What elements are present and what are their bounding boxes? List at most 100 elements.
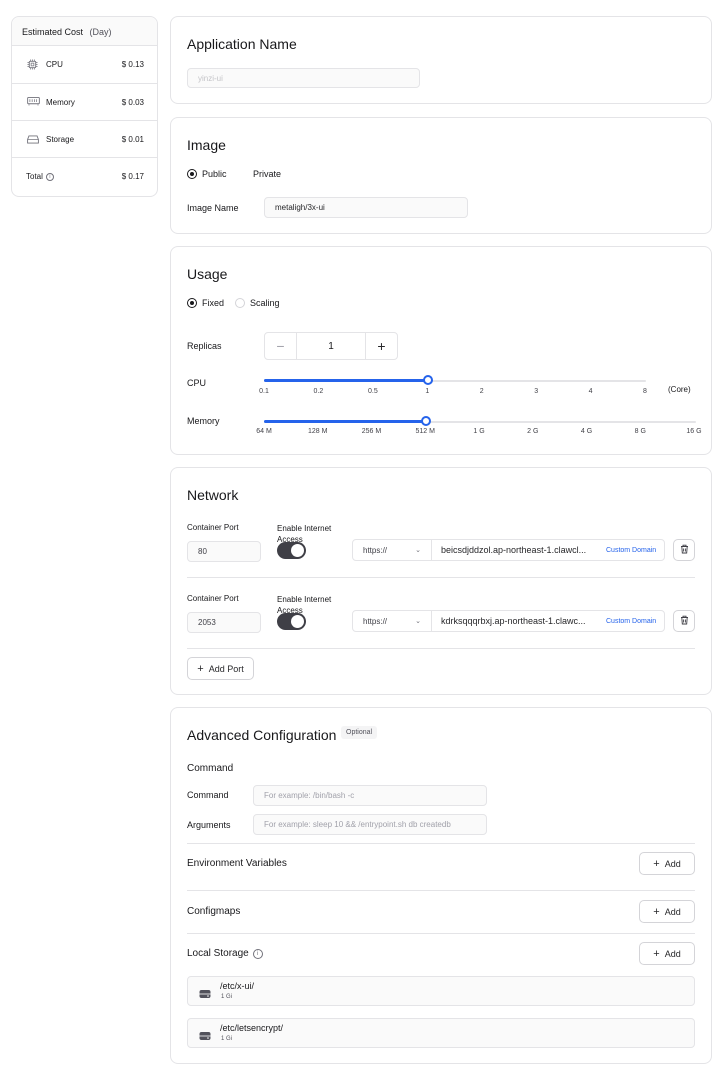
environment-variables-label: Environment Variables xyxy=(187,858,287,869)
application-name-input[interactable]: yinzi-ui xyxy=(187,68,420,88)
cpu-tick-label: 4 xyxy=(588,388,593,395)
private-label[interactable]: Private xyxy=(253,169,281,179)
custom-domain-link[interactable]: Custom Domain xyxy=(606,618,656,625)
network-title: Network xyxy=(187,487,239,503)
chevron-down-icon: ⌄ xyxy=(415,547,421,554)
local-storage-item[interactable]: /etc/x-ui/ 1 Gi xyxy=(187,976,695,1006)
cost-storage-value: $ 0.01 xyxy=(121,135,144,144)
application-name-card: Application Name yinzi-ui xyxy=(170,16,712,104)
replicas-increment-button[interactable]: + xyxy=(365,333,397,359)
storage-path: /etc/letsencrypt/ xyxy=(220,1023,284,1033)
cost-cpu-value: $ 0.13 xyxy=(121,60,144,69)
cost-title: Estimated Cost xyxy=(22,27,84,37)
scaling-label[interactable]: Scaling xyxy=(250,298,280,308)
cpu-slider-thumb[interactable] xyxy=(423,375,433,385)
cpu-tick-label: 2 xyxy=(479,388,484,395)
memory-slider-fill xyxy=(264,420,426,423)
memory-tick-label: 128 M xyxy=(308,428,328,435)
image-name-input[interactable]: metaligh/3x-ui xyxy=(264,197,468,218)
cpu-tick-label: 3 xyxy=(534,388,539,395)
cpu-tick-label: 0.5 xyxy=(367,388,378,395)
local-storage-label: Local Storage xyxy=(187,948,249,959)
usage-title: Usage xyxy=(187,266,228,282)
plus-icon: + xyxy=(197,662,204,675)
image-title: Image xyxy=(187,137,226,153)
command-label: Command xyxy=(187,790,229,800)
scaling-radio[interactable] xyxy=(235,298,245,308)
network-card: Network Container Port Enable Internet A… xyxy=(170,467,712,695)
storage-path: /etc/x-ui/ xyxy=(220,981,255,991)
public-label[interactable]: Public xyxy=(202,169,227,179)
cpu-tick-label: 0.1 xyxy=(259,388,269,395)
memory-tick-label: 2 G xyxy=(527,428,539,435)
advanced-configuration-card: Advanced Configuration Optional Command … xyxy=(170,707,712,1064)
storage-size: 1 Gi xyxy=(221,1036,233,1042)
memory-tick-label: 64 M xyxy=(256,428,272,435)
image-name-value: metaligh/3x-ui xyxy=(275,203,325,212)
memory-tick-label: 8 G xyxy=(634,428,646,435)
container-port-input[interactable]: 80 xyxy=(187,541,261,562)
configmaps-label: Configmaps xyxy=(187,906,241,917)
cpu-slider-fill xyxy=(264,379,428,382)
custom-domain-link[interactable]: Custom Domain xyxy=(606,547,656,554)
add-local-storage-button[interactable]: + Add xyxy=(639,942,695,965)
internet-access-toggle[interactable] xyxy=(277,613,306,630)
replicas-stepper[interactable]: − 1 + xyxy=(264,332,398,360)
arguments-input[interactable]: For example: sleep 10 && /entrypoint.sh … xyxy=(253,814,487,835)
cpu-slider-label: CPU xyxy=(187,378,207,388)
trash-icon xyxy=(680,615,689,627)
cost-cpu-label: CPU xyxy=(46,60,63,69)
image-name-label: Image Name xyxy=(187,203,239,213)
add-port-button[interactable]: + Add Port xyxy=(187,657,254,680)
cost-total-label: Total xyxy=(26,172,43,181)
domain-value: kdrksqqqrbxj.ap-northeast-1.clawc... xyxy=(441,616,586,626)
memory-tick-label: 16 G xyxy=(686,428,702,435)
memory-slider-label: Memory xyxy=(187,416,220,426)
fixed-radio[interactable] xyxy=(187,298,197,308)
advanced-title: Advanced Configuration xyxy=(187,727,337,743)
cpu-icon xyxy=(26,58,38,70)
command-input[interactable]: For example: /bin/bash -c xyxy=(253,785,487,806)
public-radio[interactable] xyxy=(187,169,197,179)
delete-port-button[interactable] xyxy=(673,610,695,632)
delete-port-button[interactable] xyxy=(673,539,695,561)
image-card: Image Public Private Image Name metaligh… xyxy=(170,117,712,234)
memory-tick-label: 256 M xyxy=(361,428,382,435)
memory-slider-thumb[interactable] xyxy=(421,416,431,426)
protocol-select[interactable]: https:// ⌄ xyxy=(352,610,432,632)
chevron-down-icon: ⌄ xyxy=(415,618,421,625)
cost-storage-label: Storage xyxy=(46,135,75,144)
usage-card: Usage Fixed Scaling Replicas − 1 + CPU 0… xyxy=(170,246,712,455)
add-configmap-button[interactable]: + Add xyxy=(639,900,695,923)
application-name-value: yinzi-ui xyxy=(198,73,223,83)
info-icon[interactable]: i xyxy=(252,948,263,959)
add-environment-variable-button[interactable]: + Add xyxy=(639,852,695,875)
cost-memory-value: $ 0.03 xyxy=(121,98,144,107)
storage-size: 1 Gi xyxy=(221,994,233,1000)
cost-total-value: $ 0.17 xyxy=(121,172,144,181)
estimated-cost-panel: Estimated Cost (Day) CPU $ 0.13 Memory $… xyxy=(11,16,158,197)
cost-memory-label: Memory xyxy=(46,98,75,107)
fixed-label[interactable]: Fixed xyxy=(202,298,224,308)
domain-field[interactable]: beicsdjddzol.ap-northeast-1.clawcl... Cu… xyxy=(431,539,665,561)
protocol-select[interactable]: https:// ⌄ xyxy=(352,539,432,561)
domain-value: beicsdjddzol.ap-northeast-1.clawcl... xyxy=(441,545,587,555)
domain-field[interactable]: kdrksqqqrbxj.ap-northeast-1.clawc... Cus… xyxy=(431,610,665,632)
info-icon[interactable]: i xyxy=(45,172,54,181)
replicas-label: Replicas xyxy=(187,341,222,351)
replicas-decrement-button[interactable]: − xyxy=(265,333,297,359)
replicas-value[interactable]: 1 xyxy=(297,333,365,359)
plus-icon: + xyxy=(653,857,660,870)
application-name-title: Application Name xyxy=(187,36,297,52)
memory-tick-label: 1 G xyxy=(473,428,485,435)
command-section-title: Command xyxy=(187,763,234,774)
hard-drive-icon xyxy=(199,986,211,1004)
container-port-input[interactable]: 2053 xyxy=(187,612,261,633)
trash-icon xyxy=(680,544,689,556)
internet-access-toggle[interactable] xyxy=(277,542,306,559)
plus-icon: + xyxy=(653,947,660,960)
cpu-unit: (Core) xyxy=(668,385,691,394)
hard-drive-icon xyxy=(199,1028,211,1046)
local-storage-item[interactable]: /etc/letsencrypt/ 1 Gi xyxy=(187,1018,695,1048)
memory-tick-label: 512 M xyxy=(415,428,435,435)
